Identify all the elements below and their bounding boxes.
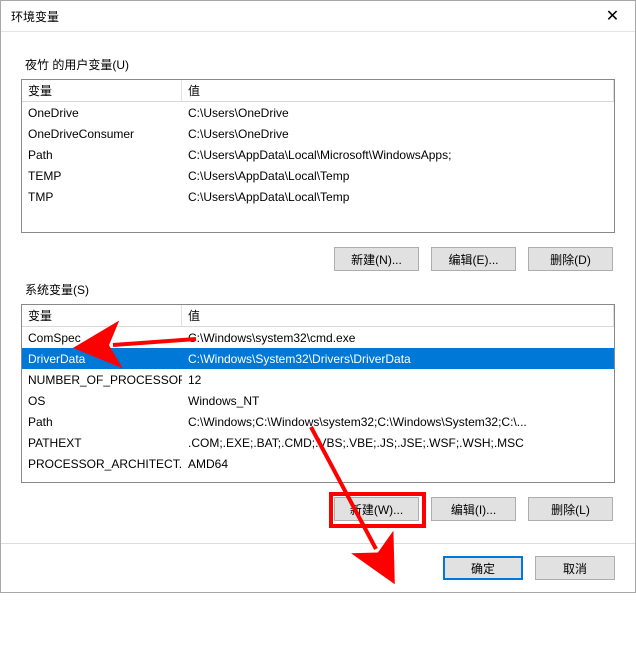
table-row[interactable]: NUMBER_OF_PROCESSORS12 [22,369,614,390]
user-edit-button[interactable]: 编辑(E)... [431,247,516,271]
table-row[interactable]: DriverDataC:\Windows\System32\Drivers\Dr… [22,348,614,369]
val-cell: C:\Users\AppData\Local\Microsoft\Windows… [182,148,614,162]
env-vars-dialog: 环境变量 ✕ 夜竹 的用户变量(U) 变量 值 OneDriveC:\Users… [0,0,636,593]
val-cell: C:\Users\OneDrive [182,106,614,120]
var-cell: PROCESSOR_ARCHITECT... [22,457,182,471]
table-row[interactable]: OSWindows_NT [22,390,614,411]
var-cell: Path [22,415,182,429]
user-vars-body[interactable]: OneDriveC:\Users\OneDriveOneDriveConsume… [22,102,614,232]
header-val[interactable]: 值 [182,305,614,326]
table-row[interactable]: PathC:\Windows;C:\Windows\system32;C:\Wi… [22,411,614,432]
ok-button[interactable]: 确定 [443,556,523,580]
cancel-button[interactable]: 取消 [535,556,615,580]
val-cell: Windows_NT [182,394,614,408]
table-row[interactable]: PathC:\Users\AppData\Local\Microsoft\Win… [22,144,614,165]
val-cell: .COM;.EXE;.BAT;.CMD;.VBS;.VBE;.JS;.JSE;.… [182,436,614,450]
sys-vars-list: 变量 值 ComSpecC:\Windows\system32\cmd.exeD… [21,304,615,483]
var-cell: Path [22,148,182,162]
var-cell: ComSpec [22,331,182,345]
var-cell: OneDrive [22,106,182,120]
sys-vars-header: 变量 值 [22,305,614,327]
table-row[interactable]: OneDriveC:\Users\OneDrive [22,102,614,123]
user-vars-label: 夜竹 的用户变量(U) [25,56,615,73]
user-delete-button[interactable]: 删除(D) [528,247,613,271]
header-val[interactable]: 值 [182,80,614,101]
var-cell: TEMP [22,169,182,183]
val-cell: C:\Users\AppData\Local\Temp [182,190,614,204]
table-row[interactable]: TEMPC:\Users\AppData\Local\Temp [22,165,614,186]
titlebar: 环境变量 ✕ [1,1,635,32]
sys-vars-body[interactable]: ComSpecC:\Windows\system32\cmd.exeDriver… [22,327,614,482]
var-cell: OS [22,394,182,408]
sys-edit-button[interactable]: 编辑(I)... [431,497,516,521]
user-vars-header: 变量 值 [22,80,614,102]
window-title: 环境变量 [11,8,590,25]
val-cell: C:\Users\AppData\Local\Temp [182,169,614,183]
highlight-box [329,492,426,528]
close-icon[interactable]: ✕ [590,1,635,31]
val-cell: 12 [182,373,614,387]
sys-vars-label: 系统变量(S) [25,281,615,298]
user-new-button[interactable]: 新建(N)... [334,247,419,271]
val-cell: C:\Windows;C:\Windows\system32;C:\Window… [182,415,614,429]
val-cell: C:\Users\OneDrive [182,127,614,141]
user-vars-list: 变量 值 OneDriveC:\Users\OneDriveOneDriveCo… [21,79,615,233]
user-vars-buttons: 新建(N)... 编辑(E)... 删除(D) [21,247,613,271]
table-row[interactable]: ComSpecC:\Windows\system32\cmd.exe [22,327,614,348]
table-row[interactable]: PATHEXT.COM;.EXE;.BAT;.CMD;.VBS;.VBE;.JS… [22,432,614,453]
var-cell: NUMBER_OF_PROCESSORS [22,373,182,387]
header-var[interactable]: 变量 [22,305,182,326]
dialog-footer: 确定 取消 [1,543,635,592]
var-cell: DriverData [22,352,182,366]
var-cell: TMP [22,190,182,204]
sys-delete-button[interactable]: 删除(L) [528,497,613,521]
dialog-content: 夜竹 的用户变量(U) 变量 值 OneDriveC:\Users\OneDri… [1,32,635,543]
sys-vars-buttons: 新建(W)... 编辑(I)... 删除(L) [21,497,613,521]
var-cell: PATHEXT [22,436,182,450]
table-row[interactable]: TMPC:\Users\AppData\Local\Temp [22,186,614,207]
var-cell: OneDriveConsumer [22,127,182,141]
val-cell: C:\Windows\system32\cmd.exe [182,331,614,345]
header-var[interactable]: 变量 [22,80,182,101]
table-row[interactable]: PROCESSOR_ARCHITECT...AMD64 [22,453,614,474]
table-row[interactable]: OneDriveConsumerC:\Users\OneDrive [22,123,614,144]
val-cell: AMD64 [182,457,614,471]
val-cell: C:\Windows\System32\Drivers\DriverData [182,352,614,366]
